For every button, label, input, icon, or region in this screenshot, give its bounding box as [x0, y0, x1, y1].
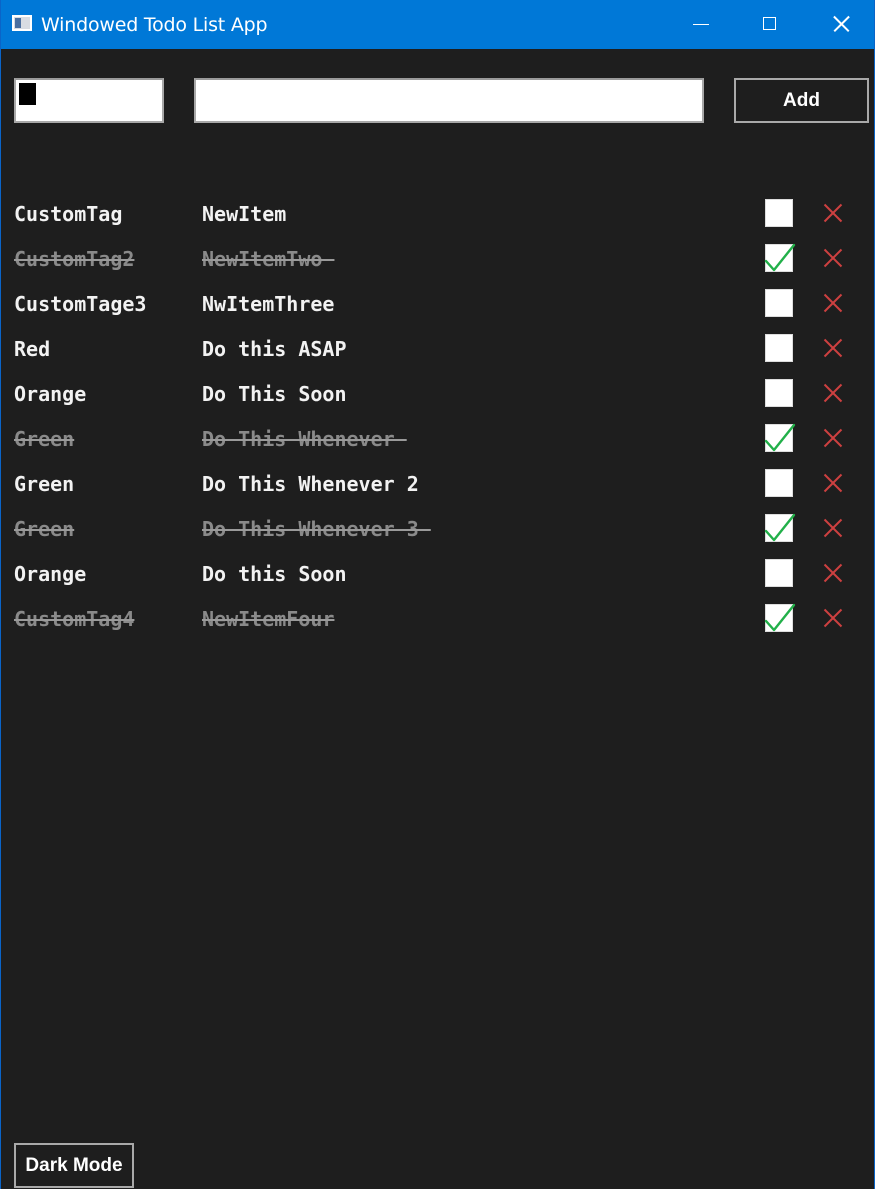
- delete-x-icon[interactable]: [821, 471, 845, 495]
- checkmark-icon: [764, 243, 796, 272]
- todo-row: CustomTag4 NewItemFour: [1, 597, 875, 642]
- todo-row: CustomTag NewItem: [1, 192, 875, 237]
- todo-tag: Red: [14, 337, 51, 361]
- checkmark-icon: [764, 603, 796, 632]
- dark-mode-button[interactable]: Dark Mode: [14, 1143, 134, 1188]
- text-caret: [19, 83, 36, 105]
- todo-list: CustomTag NewItem CustomTag2 NewItemTwo …: [1, 192, 875, 642]
- todo-tag: CustomTag: [14, 202, 123, 226]
- todo-item-text: NewItemFour: [202, 607, 335, 631]
- app-window: Windowed Todo List App Add CustomTag New…: [0, 0, 875, 1189]
- todo-row: CustomTag2 NewItemTwo: [1, 237, 875, 282]
- done-checkbox[interactable]: [765, 559, 793, 587]
- delete-x-icon[interactable]: [821, 381, 845, 405]
- window-title: Windowed Todo List App: [41, 14, 268, 36]
- done-checkbox[interactable]: [765, 469, 793, 497]
- delete-x-icon[interactable]: [821, 606, 845, 630]
- todo-tag: CustomTag2: [14, 247, 135, 271]
- checkmark-icon: [764, 513, 796, 542]
- todo-item-text: NwItemThree: [202, 292, 335, 316]
- minimize-icon: [693, 24, 709, 25]
- todo-item-text: Do This Soon: [202, 382, 347, 406]
- todo-row: Red Do this ASAP: [1, 327, 875, 372]
- todo-row: CustomTage3 NwItemThree: [1, 282, 875, 327]
- done-checkbox[interactable]: [764, 423, 796, 452]
- add-button[interactable]: Add: [734, 78, 869, 123]
- done-checkbox[interactable]: [765, 199, 793, 227]
- done-checkbox[interactable]: [765, 289, 793, 317]
- delete-x-icon[interactable]: [821, 246, 845, 270]
- item-input[interactable]: [194, 78, 704, 123]
- todo-item-text: Do This Whenever: [202, 427, 407, 451]
- todo-tag: Orange: [14, 382, 87, 406]
- todo-row: Orange Do this Soon: [1, 552, 875, 597]
- delete-x-icon[interactable]: [821, 426, 845, 450]
- todo-item-text: Do This Whenever 2: [202, 472, 419, 496]
- done-checkbox[interactable]: [764, 243, 796, 272]
- delete-x-icon[interactable]: [821, 291, 845, 315]
- delete-x-icon[interactable]: [821, 516, 845, 540]
- close-icon: [833, 16, 849, 32]
- todo-row: Green Do This Whenever: [1, 417, 875, 462]
- todo-item-text: Do this Soon: [202, 562, 347, 586]
- todo-tag: CustomTag4: [14, 607, 135, 631]
- maximize-icon: [763, 17, 776, 30]
- todo-row: Orange Do This Soon: [1, 372, 875, 417]
- delete-x-icon[interactable]: [821, 336, 845, 360]
- todo-row: Green Do This Whenever 3: [1, 507, 875, 552]
- title-bar[interactable]: Windowed Todo List App: [1, 0, 874, 49]
- todo-tag: Green: [14, 427, 75, 451]
- todo-tag: Green: [14, 517, 75, 541]
- checkmark-icon: [764, 423, 796, 452]
- done-checkbox[interactable]: [764, 513, 796, 542]
- todo-item-text: NewItem: [202, 202, 287, 226]
- todo-tag: Green: [14, 472, 75, 496]
- done-checkbox[interactable]: [764, 603, 796, 632]
- todo-item-text: Do This Whenever 3: [202, 517, 431, 541]
- done-checkbox[interactable]: [765, 334, 793, 362]
- todo-tag: CustomTage3: [14, 292, 147, 316]
- todo-item-text: Do this ASAP: [202, 337, 347, 361]
- close-window-button[interactable]: [806, 0, 875, 49]
- delete-x-icon[interactable]: [821, 561, 845, 585]
- todo-row: Green Do This Whenever 2: [1, 462, 875, 507]
- window-app-icon: [12, 15, 32, 31]
- minimize-button[interactable]: [666, 0, 736, 49]
- todo-tag: Orange: [14, 562, 87, 586]
- todo-item-text: NewItemTwo: [202, 247, 335, 271]
- tag-input[interactable]: [14, 78, 164, 123]
- delete-x-icon[interactable]: [821, 201, 845, 225]
- maximize-button[interactable]: [736, 0, 806, 49]
- done-checkbox[interactable]: [765, 379, 793, 407]
